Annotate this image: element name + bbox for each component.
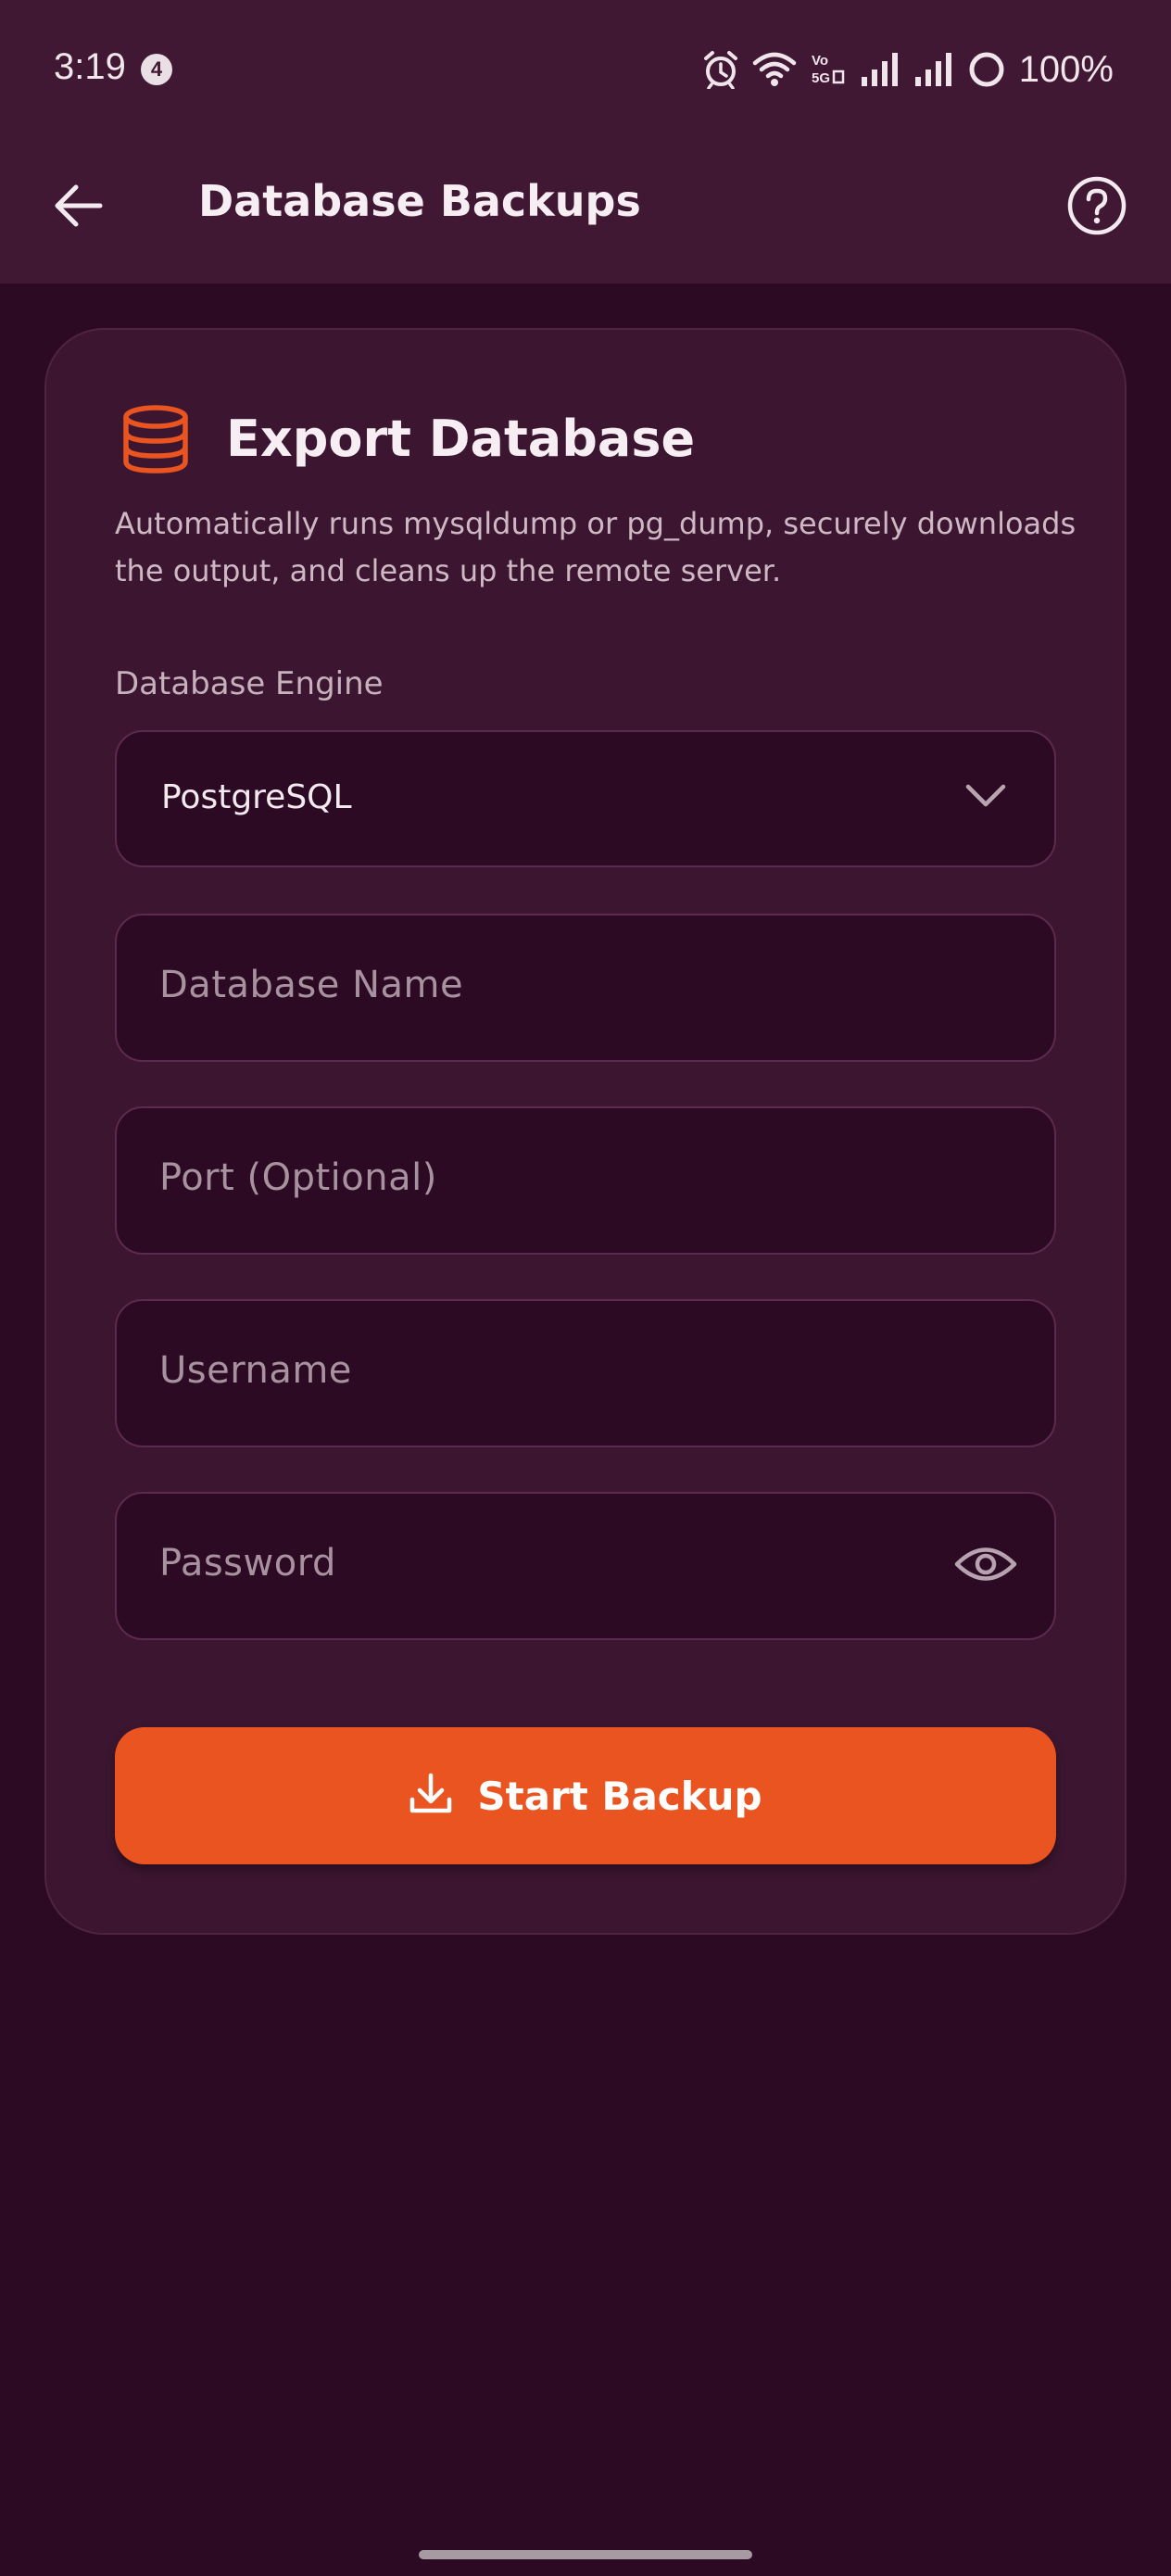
password-placeholder: Password	[159, 1542, 336, 1585]
start-backup-label: Start Backup	[477, 1773, 762, 1819]
status-icons: Vo 5G 100%	[702, 46, 1114, 93]
svg-text:Vo: Vo	[812, 53, 828, 69]
battery-percentage: 100%	[1018, 48, 1114, 90]
arrow-left-icon	[52, 183, 104, 232]
signal-strength-icon-2	[913, 51, 954, 88]
toggle-password-visibility-button[interactable]	[952, 1536, 1019, 1596]
battery-icon	[967, 50, 1006, 89]
username-field[interactable]: Username	[115, 1299, 1056, 1447]
svg-text:5G: 5G	[812, 70, 830, 86]
database-name-placeholder: Database Name	[159, 964, 464, 1006]
app-bar: Database Backups	[0, 139, 1171, 284]
password-field[interactable]: Password	[115, 1492, 1056, 1640]
help-circle-icon	[1066, 175, 1127, 240]
signal-strength-icon	[860, 51, 900, 88]
home-indicator[interactable]	[419, 2550, 752, 2559]
chevron-down-icon	[963, 780, 1008, 815]
status-bar: 3:19 4 Vo 5G 100%	[0, 0, 1171, 139]
card-title: Export Database	[226, 410, 696, 468]
page-title: Database Backups	[198, 176, 641, 226]
card-description: Automatically runs mysqldump or pg_dump,…	[115, 506, 1077, 588]
database-engine-value: PostgreSQL	[161, 778, 352, 816]
eye-icon	[954, 1543, 1017, 1589]
database-engine-label: Database Engine	[115, 665, 384, 702]
database-name-field[interactable]: Database Name	[115, 914, 1056, 1062]
port-placeholder: Port (Optional)	[159, 1156, 437, 1199]
status-time: 3:19	[54, 46, 126, 87]
wifi-icon	[752, 51, 797, 88]
volte-5g-icon: Vo 5G	[810, 51, 847, 88]
export-database-card: Export Database Automatically runs mysql…	[44, 328, 1127, 1935]
download-icon	[409, 1772, 453, 1820]
start-backup-button[interactable]: Start Backup	[115, 1727, 1056, 1864]
username-placeholder: Username	[159, 1349, 352, 1392]
database-icon	[119, 402, 193, 476]
help-button[interactable]	[1064, 174, 1130, 241]
port-field[interactable]: Port (Optional)	[115, 1106, 1056, 1255]
back-button[interactable]	[44, 174, 111, 241]
alarm-icon	[702, 50, 739, 89]
database-engine-select[interactable]: PostgreSQL	[115, 730, 1056, 867]
notification-count-badge: 4	[141, 54, 172, 85]
